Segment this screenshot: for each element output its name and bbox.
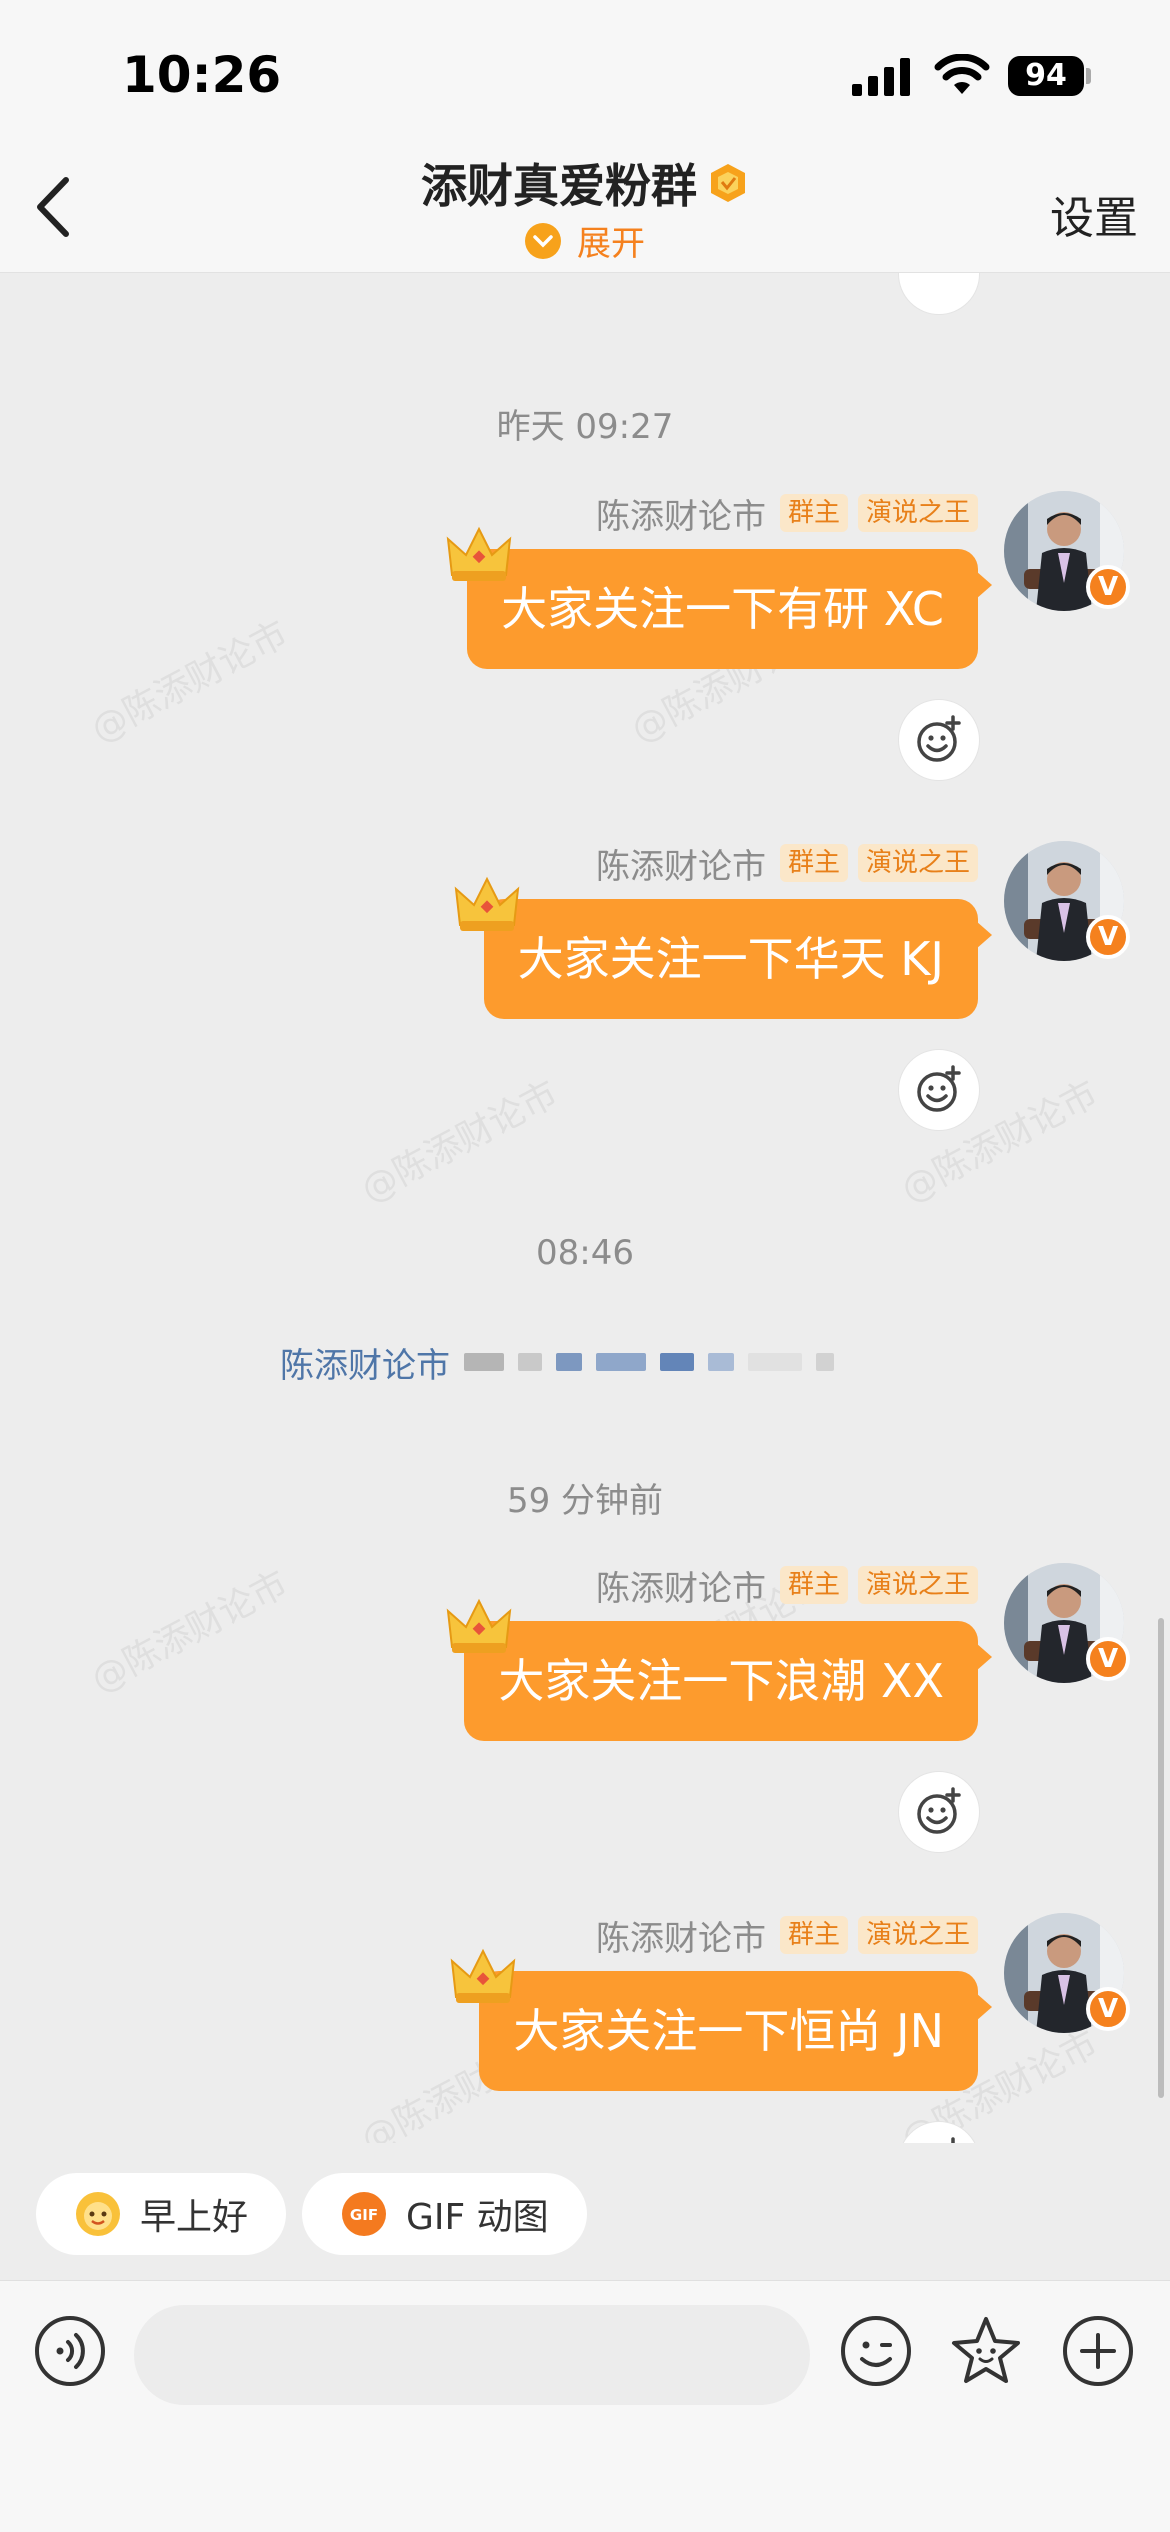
cellular-signal-icon [852, 58, 910, 96]
chat-message-list[interactable]: @陈添财论市 @陈添财论市 @陈添财论市 @陈添财论市 @陈添财论市 @陈添财论… [0, 273, 1170, 2143]
quick-reply-bar: 早上好 GIF GIF 动图 [0, 2143, 1170, 2280]
gif-icon: GIF [342, 2192, 386, 2236]
timestamp: 08:46 [536, 1233, 634, 1273]
quick-reply-label: GIF 动图 [406, 2197, 549, 2238]
expand-label: 展开 [577, 224, 645, 264]
role-tag-owner: 群主 [779, 1566, 848, 1604]
verified-v-icon: V [1086, 1987, 1130, 2031]
add-reaction-icon [951, 2137, 955, 2143]
emoji-icon[interactable] [840, 2315, 912, 2387]
verified-v-icon: V [1086, 565, 1130, 609]
reaction-button[interactable] [898, 1049, 980, 1131]
reaction-button[interactable] [898, 699, 980, 781]
blurred-content [518, 1353, 542, 1371]
message-item: 陈添财论市 群主 演说之王 大家关注一下浪潮 XX V [0, 1563, 1170, 1903]
sender-row: 陈添财论市 群主 演说之王 [596, 839, 978, 888]
sender-row: 陈添财论市 群主 演说之王 [596, 1911, 978, 1960]
plus-icon[interactable] [1062, 2315, 1134, 2387]
chat-header: 添财真爱粉群 展开 设置 [0, 140, 1170, 273]
timestamp: 59 分钟前 [506, 1481, 664, 1521]
role-tag-title: 演说之王 [857, 494, 978, 532]
blurred-content [660, 1353, 694, 1371]
blurred-content [708, 1353, 734, 1371]
sender-row: 陈添财论市 群主 演说之王 [596, 1561, 978, 1610]
quick-reply-label: 早上好 [140, 2197, 249, 2238]
sender-name[interactable]: 陈添财论市 [596, 839, 766, 888]
voice-input-icon[interactable] [34, 2315, 106, 2387]
reaction-button[interactable] [898, 273, 980, 315]
crown-icon [446, 1598, 512, 1653]
message-item: 陈添财论市 群主 演说之王 大家关注一下华天 KJ V [0, 841, 1170, 1181]
message-item: 陈添财论市 群主 演说之王 大家关注一下恒尚 JN V [0, 1913, 1170, 2143]
battery-indicator: 94 [1008, 56, 1084, 96]
battery-tip [1086, 68, 1091, 84]
sender-name[interactable]: 陈添财论市 [596, 1911, 766, 1960]
crown-icon [454, 876, 520, 931]
role-tag-title: 演说之王 [857, 1916, 978, 1954]
expand-toggle[interactable]: 展开 [0, 216, 1170, 265]
settings-button[interactable]: 设置 [1050, 182, 1138, 246]
timestamp: 昨天 09:27 [496, 407, 674, 447]
system-notice: 陈添财论市 [280, 1337, 834, 1387]
status-time: 10:26 [122, 46, 282, 104]
quick-reply-good-morning[interactable]: 早上好 [36, 2173, 287, 2255]
blurred-content [556, 1353, 582, 1371]
message-input-bar [0, 2280, 1170, 2532]
message-bubble[interactable]: 大家关注一下华天 KJ [483, 899, 993, 1019]
crown-icon [450, 1948, 516, 2003]
add-reaction-icon [917, 1787, 961, 1834]
reaction-button[interactable] [898, 1771, 980, 1853]
sender-name[interactable]: 陈添财论市 [596, 489, 766, 538]
blurred-content [748, 1353, 802, 1371]
reaction-button[interactable] [898, 2121, 980, 2143]
sender-name[interactable]: 陈添财论市 [596, 1561, 766, 1610]
add-reaction-icon [917, 1065, 961, 1112]
wifi-icon [934, 54, 990, 94]
message-bubble[interactable]: 大家关注一下恒尚 JN [479, 1971, 992, 2091]
crown-icon [446, 526, 512, 581]
role-tag-owner: 群主 [779, 844, 848, 882]
status-bar: 10:26 94 [0, 0, 1170, 140]
group-title: 添财真爱粉群 [0, 150, 1170, 216]
role-tag-owner: 群主 [779, 1916, 848, 1954]
verified-group-badge-icon [711, 164, 745, 202]
role-tag-title: 演说之王 [857, 844, 978, 882]
chevron-down-icon [525, 222, 561, 259]
blurred-content [816, 1353, 834, 1371]
role-tag-owner: 群主 [779, 494, 848, 532]
sticker-star-icon[interactable] [948, 2313, 1024, 2389]
blurred-content [464, 1353, 504, 1371]
group-name: 添财真爱粉群 [421, 159, 697, 213]
message-bubble[interactable]: 大家关注一下浪潮 XX [464, 1621, 992, 1741]
verified-v-icon: V [1086, 1637, 1130, 1681]
sender-row: 陈添财论市 群主 演说之王 [596, 489, 978, 538]
add-reaction-icon [917, 715, 961, 762]
scrollbar[interactable] [1158, 1618, 1164, 2098]
message-bubble[interactable]: 大家关注一下有研 XC [467, 549, 992, 669]
blurred-content [596, 1353, 646, 1371]
verified-v-icon: V [1086, 915, 1130, 959]
message-input[interactable] [134, 2305, 810, 2405]
role-tag-title: 演说之王 [857, 1566, 978, 1604]
sun-face-icon [76, 2192, 120, 2236]
message-item: 陈添财论市 群主 演说之王 大家关注一下有研 XC V [0, 491, 1170, 831]
notice-sender-name[interactable]: 陈添财论市 [280, 1338, 450, 1387]
quick-reply-gif[interactable]: GIF GIF 动图 [302, 2173, 587, 2255]
svg-text:GIF: GIF [350, 2206, 378, 2224]
